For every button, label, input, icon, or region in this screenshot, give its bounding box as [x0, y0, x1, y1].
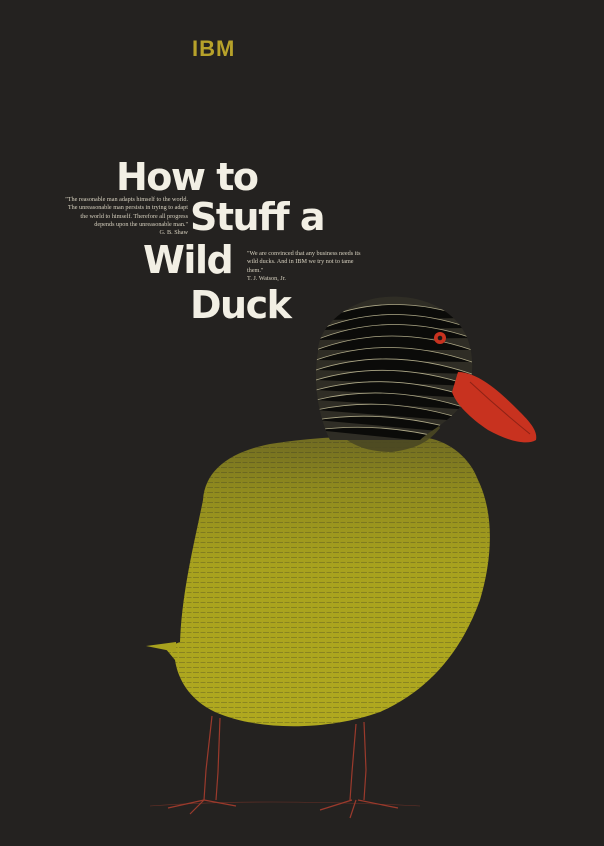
wild-duck-illustration [146, 296, 537, 819]
duck-beak [452, 372, 537, 443]
duck-pupil [437, 335, 443, 341]
duck-legs [149, 715, 421, 819]
poster: IBM How to Stuff a Wild Duck "The reason… [0, 0, 604, 846]
body-text-texture [165, 436, 490, 727]
duck-tail [146, 642, 176, 652]
